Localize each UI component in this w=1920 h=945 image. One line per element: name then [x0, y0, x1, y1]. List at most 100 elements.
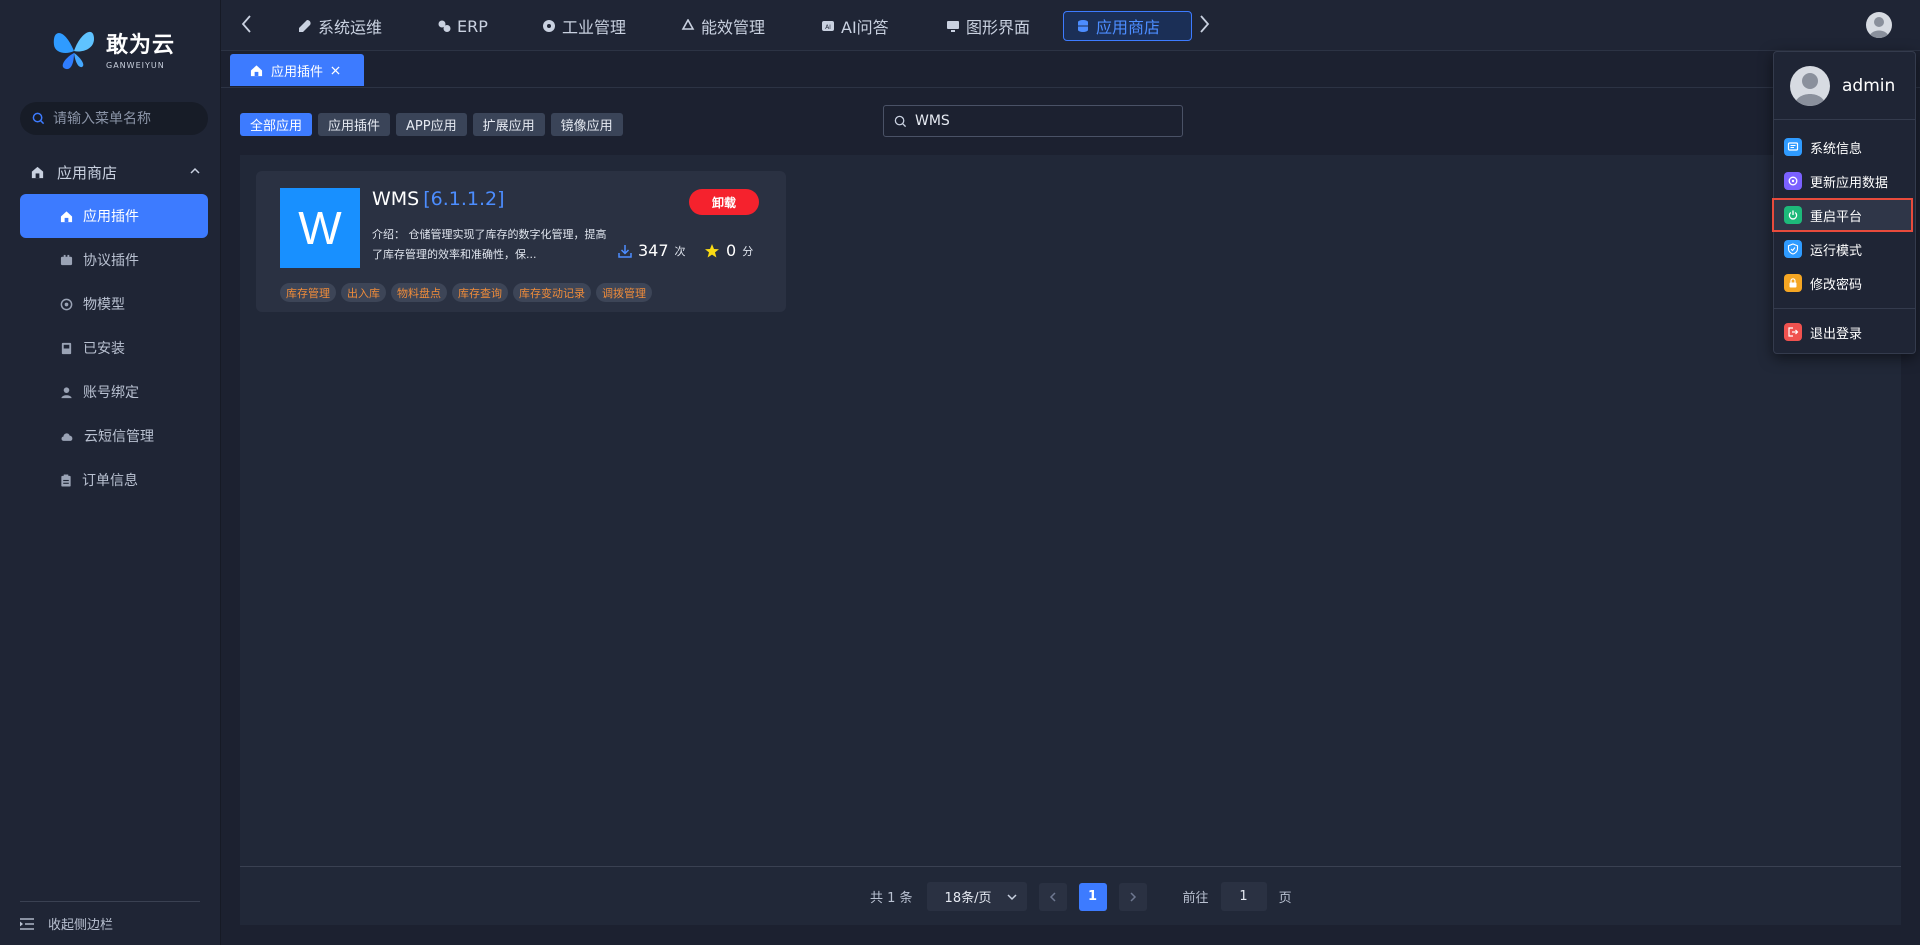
app-description: 介绍： 仓储管理实现了库存的数字化管理，提高了库存管理的效率和准确性，保...: [372, 225, 608, 265]
search-icon: [894, 115, 907, 127]
home-icon: [60, 210, 73, 222]
sidebar-item-label: 协议插件: [83, 253, 139, 269]
tab-label: 应用商店: [1096, 18, 1161, 37]
chevron-down-icon: [1007, 893, 1017, 900]
goto-label: 前往: [1182, 891, 1209, 906]
avatar-icon: [1794, 72, 1826, 106]
rating-score: 0 分: [704, 241, 753, 260]
brand-subtitle: GANWEIYUN: [106, 60, 165, 70]
rating-value: 0: [726, 241, 737, 260]
user-avatar[interactable]: [1866, 12, 1892, 38]
page-number-current[interactable]: 1: [1078, 882, 1107, 911]
prev-page-button[interactable]: [1038, 882, 1067, 911]
sidebar-menu: 应用插件 协议插件 物模型 已安装 账号绑定 云短信管理 订单信息: [20, 194, 208, 502]
database-icon: [1078, 20, 1088, 32]
menu-item-label: 更新应用数据: [1810, 175, 1889, 191]
chevron-left-icon[interactable]: [241, 14, 253, 34]
chevron-right-icon: [1130, 891, 1136, 902]
menu-group-app-store[interactable]: 应用商店: [20, 158, 208, 186]
avatar-icon: [1869, 17, 1889, 38]
svg-text:AI: AI: [825, 24, 831, 31]
refresh-icon: [1784, 172, 1802, 190]
sidebar-item-label: 账号绑定: [83, 385, 139, 401]
filter-app-plugins[interactable]: 应用插件: [318, 113, 391, 136]
sidebar-item-account-binding[interactable]: 账号绑定: [20, 370, 208, 414]
sidebar-item-thing-model[interactable]: 物模型: [20, 282, 208, 326]
tab-graphics[interactable]: 图形界面: [934, 11, 1042, 41]
brand-name: 敢为云: [106, 32, 176, 58]
menu-item-label: 修改密码: [1810, 277, 1863, 293]
filter-extension-apps[interactable]: 扩展应用: [472, 113, 545, 136]
page-tabs-bar: 应用插件: [221, 51, 1920, 88]
menu-item-label: 退出登录: [1810, 326, 1863, 342]
app-tag: 库存查询: [452, 283, 508, 302]
top-navigation: 系统运维 ERP 工业管理 能效管理 AI AI问答 图形界面 应用商店: [221, 0, 1920, 51]
sidebar-item-orders[interactable]: 订单信息: [20, 458, 208, 502]
tab-label: 图形界面: [966, 18, 1031, 37]
tab-ai-qa[interactable]: AI AI问答: [809, 11, 901, 41]
collapse-menu-icon: [20, 917, 34, 930]
filter-image-apps[interactable]: 镜像应用: [550, 113, 623, 136]
tab-app-store[interactable]: 应用商店: [1063, 11, 1192, 41]
erp-icon: [438, 20, 451, 32]
app-title: WMS [6.1.1.2]: [372, 188, 505, 210]
sidebar-item-protocol-plugins[interactable]: 协议插件: [20, 238, 208, 282]
search-icon: [32, 112, 45, 125]
tab-system-ops[interactable]: 系统运维: [286, 11, 394, 41]
tab-industrial[interactable]: 工业管理: [530, 11, 638, 41]
tab-label: 能效管理: [701, 18, 766, 37]
uninstall-button[interactable]: 卸载: [689, 189, 759, 215]
next-page-button[interactable]: [1118, 882, 1147, 911]
menu-item-restart-platform[interactable]: 重启平台: [1772, 198, 1913, 232]
user-icon: [61, 386, 72, 398]
menu-item-system-info[interactable]: 系统信息: [1774, 130, 1915, 164]
app-list-panel: W WMS [6.1.1.2] 卸载 介绍： 仓储管理实现了库存的数字化管理，提高…: [240, 155, 1901, 925]
chevron-right-icon[interactable]: [1198, 14, 1210, 34]
lock-icon: [1784, 274, 1802, 292]
tab-label: 工业管理: [562, 18, 627, 37]
app-tag: 调拨管理: [596, 283, 652, 302]
sidebar-item-label: 物模型: [83, 297, 125, 313]
menu-item-logout[interactable]: 退出登录: [1774, 315, 1915, 349]
menu-item-change-password[interactable]: 修改密码: [1774, 266, 1915, 300]
pager-divider: [240, 866, 1901, 867]
page-suffix: 页: [1278, 891, 1292, 906]
sidebar-item-label: 已安装: [83, 341, 125, 357]
close-icon[interactable]: [331, 65, 340, 75]
goto-page-input[interactable]: 1: [1220, 882, 1267, 911]
dropdown-items: 系统信息 更新应用数据 重启平台 运行模式 修改密码 退出登录: [1772, 120, 1915, 349]
app-tag: 出入库: [341, 283, 386, 302]
sidebar-item-app-plugins[interactable]: 应用插件: [20, 194, 208, 238]
menu-item-run-mode[interactable]: 运行模式: [1774, 232, 1915, 266]
download-unit: 次: [674, 244, 686, 258]
installed-icon: [61, 342, 72, 354]
cloud-icon: [61, 432, 73, 441]
filter-app-apps[interactable]: APP应用: [396, 113, 467, 136]
menu-item-label: 重启平台: [1810, 209, 1863, 225]
page-size-select[interactable]: 18条/页: [926, 882, 1027, 911]
category-filters: 全部应用 应用插件 APP应用 扩展应用 镜像应用: [240, 113, 623, 136]
menu-item-update-app-data[interactable]: 更新应用数据: [1774, 164, 1915, 198]
info-icon: [1784, 138, 1802, 156]
menu-item-label: 系统信息: [1810, 141, 1863, 157]
menu-search-input[interactable]: [53, 110, 193, 127]
collapse-sidebar-button[interactable]: 收起侧边栏: [20, 901, 200, 933]
store-icon: [31, 166, 44, 178]
app-search-input[interactable]: [915, 113, 1165, 129]
app-card[interactable]: W WMS [6.1.1.2] 卸载 介绍： 仓储管理实现了库存的数字化管理，提高…: [256, 171, 786, 312]
menu-search[interactable]: [20, 102, 208, 135]
dropdown-username: admin: [1842, 75, 1896, 96]
tab-energy[interactable]: 能效管理: [669, 11, 777, 41]
tab-label: 系统运维: [318, 18, 383, 37]
shield-icon: [1784, 240, 1802, 258]
tab-erp[interactable]: ERP: [425, 11, 500, 41]
filter-all-apps[interactable]: 全部应用: [240, 113, 313, 136]
sidebar-item-installed[interactable]: 已安装: [20, 326, 208, 370]
app-search[interactable]: [883, 105, 1183, 137]
download-icon: [618, 244, 632, 258]
page-tab-app-plugins[interactable]: 应用插件: [230, 54, 364, 86]
menu-group-label: 应用商店: [57, 163, 118, 182]
app-logo: W: [280, 188, 360, 268]
sidebar-item-cloud-sms[interactable]: 云短信管理: [20, 414, 208, 458]
brand-logo[interactable]: 敢为云 GANWEIYUN: [50, 20, 180, 76]
